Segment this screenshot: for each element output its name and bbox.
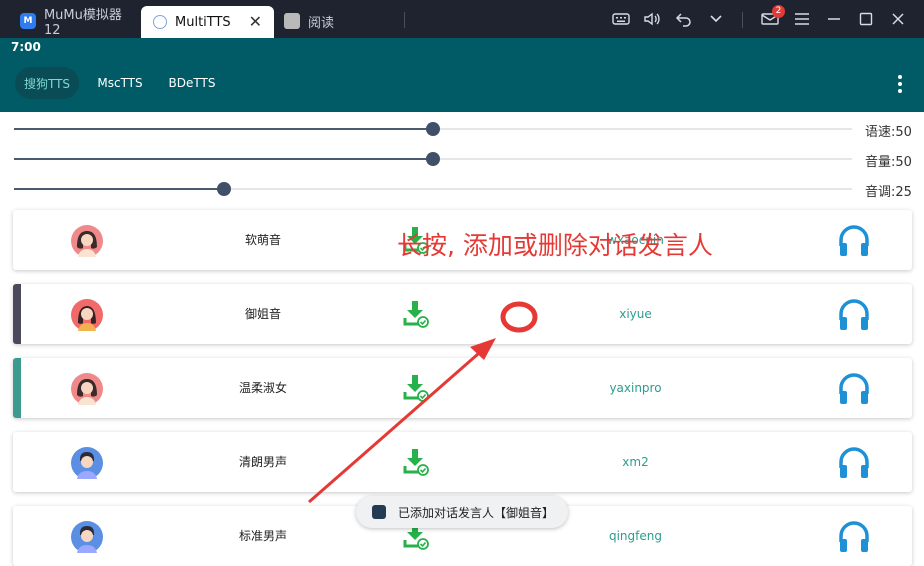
- male-avatar-icon: [71, 447, 103, 479]
- slider-fill: [14, 128, 433, 130]
- voice-name: 清朗男声: [238, 455, 287, 469]
- keyboard-icon[interactable]: [610, 8, 632, 30]
- download-icon[interactable]: [403, 300, 429, 328]
- tab-divider: [404, 12, 405, 28]
- voice-id: qingfeng: [608, 529, 662, 543]
- menu-icon[interactable]: [791, 8, 813, 30]
- voice-card[interactable]: 温柔淑女 yaxinpro: [13, 358, 912, 418]
- slider-fill: [14, 158, 433, 160]
- back-icon[interactable]: [673, 8, 695, 30]
- voice-card[interactable]: 清朗男声 xm2: [13, 432, 912, 492]
- toast-text: 已添加对话发言人【御姐音】: [398, 505, 555, 520]
- host-tab-mumu[interactable]: M MuMu模拟器12: [20, 7, 138, 38]
- annotation-caption: 长按, 添加或删除对话发言人: [397, 231, 713, 260]
- selection-stripe: [13, 358, 21, 418]
- speed-slider[interactable]: 语速:50: [14, 119, 914, 140]
- reader-app-icon: [284, 13, 300, 29]
- pitch-label: 音调:25: [865, 185, 912, 200]
- host-tab-label: MuMu模拟器12: [43, 8, 122, 38]
- status-time: 7:00: [11, 40, 41, 54]
- mumu-logo-icon: M: [20, 13, 36, 29]
- pitch-slider[interactable]: 音调:25: [14, 179, 914, 200]
- download-icon[interactable]: [403, 374, 429, 402]
- voice-card[interactable]: 御姐音 xiyue: [13, 284, 912, 344]
- headphone-icon[interactable]: [837, 298, 871, 332]
- mail-badge: 2: [772, 5, 785, 18]
- speed-label: 语速:50: [865, 125, 912, 140]
- slider-thumb[interactable]: [216, 182, 231, 196]
- slider-thumb[interactable]: [426, 152, 440, 166]
- volume-slider[interactable]: 音量:50: [14, 149, 914, 170]
- voice-id: xm2: [622, 455, 649, 469]
- app-icon: [372, 505, 386, 519]
- male-avatar-icon: [71, 521, 103, 553]
- volume-icon[interactable]: [641, 8, 663, 30]
- slider-track: [14, 188, 852, 190]
- tab-msc-tts[interactable]: MscTTS: [88, 67, 152, 99]
- tab-bde-tts[interactable]: BDeTTS: [160, 67, 224, 99]
- host-tab-multitts[interactable]: MultiTTS ✕: [141, 6, 274, 38]
- headphone-icon[interactable]: [837, 372, 871, 406]
- host-tab-label: MultiTTS: [175, 14, 231, 30]
- maximize-icon[interactable]: [855, 8, 877, 30]
- voice-id: yaxinpro: [609, 381, 662, 395]
- mail-icon[interactable]: 2: [759, 5, 785, 30]
- more-options-icon[interactable]: [898, 75, 902, 96]
- slider-thumb[interactable]: [426, 122, 440, 136]
- headphone-icon[interactable]: [837, 520, 871, 554]
- voice-name: 温柔淑女: [238, 381, 287, 395]
- female-avatar-icon: [71, 299, 103, 331]
- app-header: 7:00 搜狗TTS MscTTS BDeTTS: [0, 38, 924, 112]
- chevron-down-icon[interactable]: [705, 8, 727, 30]
- close-window-icon[interactable]: [887, 8, 909, 30]
- host-titlebar: M MuMu模拟器12 MultiTTS ✕ 阅读 2: [0, 0, 924, 38]
- headphone-icon[interactable]: [837, 446, 871, 480]
- selection-stripe: [13, 284, 21, 344]
- volume-label: 音量:50: [865, 155, 912, 170]
- voice-id: xiyue: [619, 307, 652, 321]
- minimize-icon[interactable]: [823, 8, 845, 30]
- close-icon[interactable]: ✕: [249, 12, 262, 31]
- multitts-icon: [153, 15, 167, 29]
- female-avatar-icon: [71, 225, 103, 257]
- headphone-icon[interactable]: [837, 224, 871, 258]
- voice-name: 标准男声: [238, 529, 287, 543]
- slider-fill: [14, 188, 224, 190]
- download-icon[interactable]: [403, 448, 429, 476]
- voice-name: 御姐音: [244, 307, 281, 321]
- host-tab-reader[interactable]: 阅读: [284, 7, 404, 35]
- host-tab-label: 阅读: [308, 15, 335, 31]
- voice-name: 软萌音: [244, 233, 281, 247]
- control-divider: [742, 12, 743, 28]
- female-avatar-icon: [71, 373, 103, 405]
- toast-message: 已添加对话发言人【御姐音】: [356, 496, 568, 528]
- tab-sogou-tts[interactable]: 搜狗TTS: [15, 67, 79, 99]
